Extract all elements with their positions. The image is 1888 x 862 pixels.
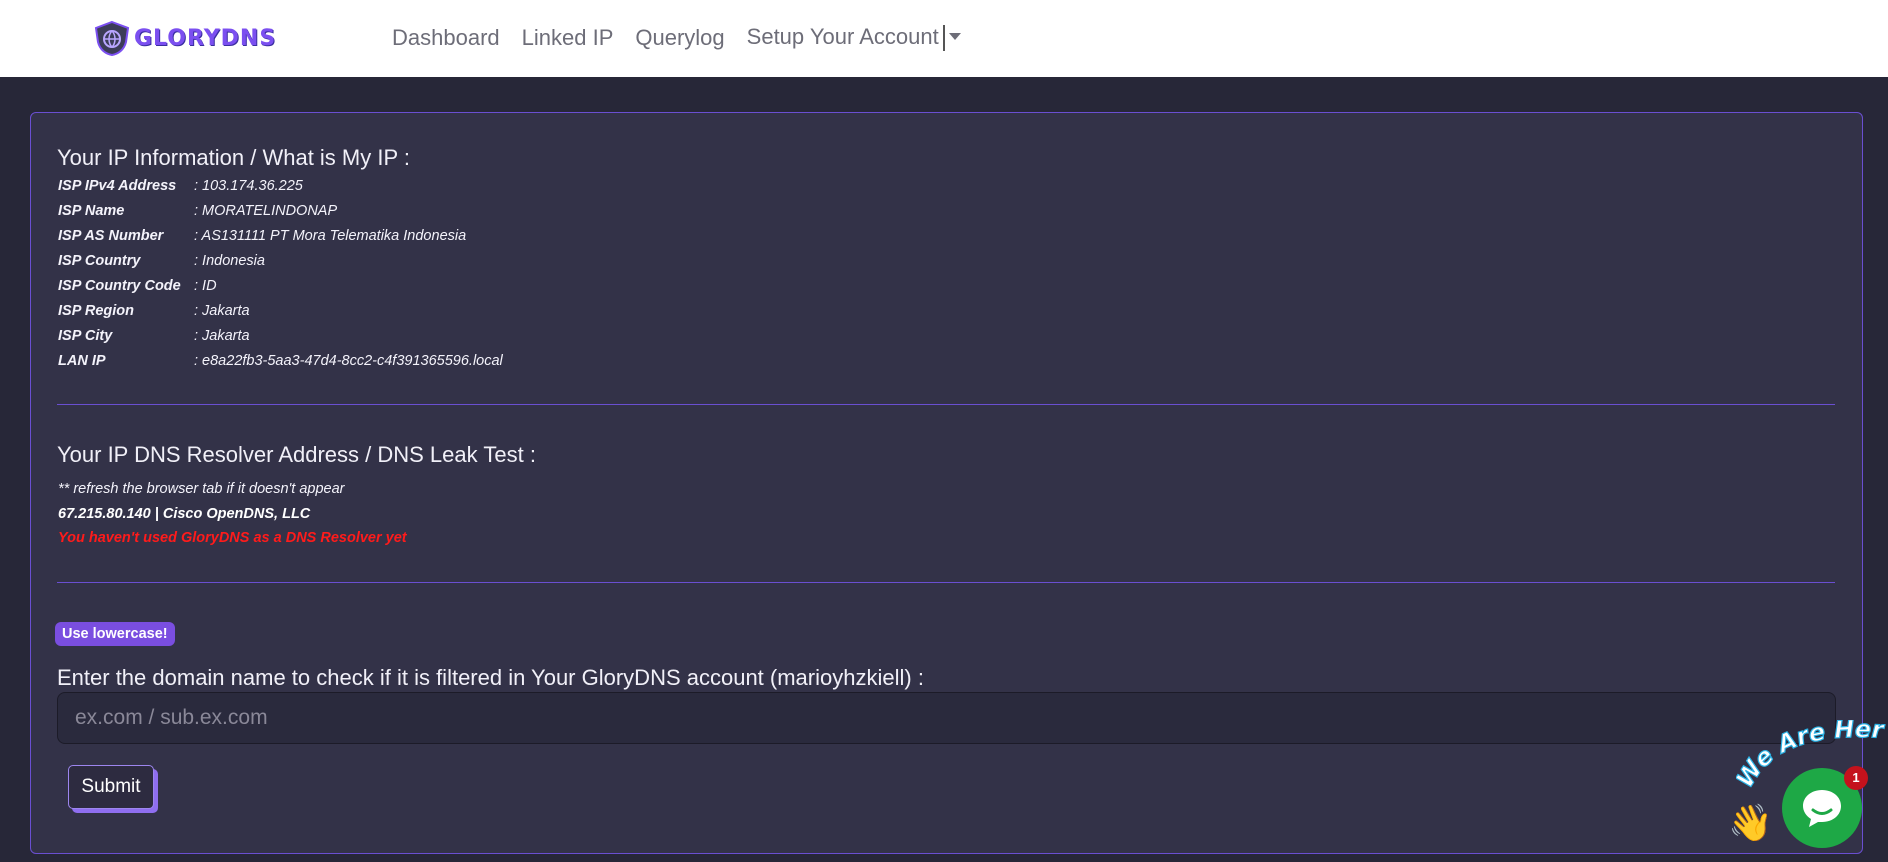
info-value: : 103.174.36.225 [194,177,303,194]
info-row: ISP IPv4 Address : 103.174.36.225 [58,173,503,198]
dns-resolver-value: 67.215.80.140 | Cisco OpenDNS, LLC [58,506,311,522]
shield-logo-icon [94,20,130,56]
chat-notification-badge: 1 [1844,766,1868,790]
info-row: ISP City : Jakarta [58,323,503,348]
lowercase-badge: Use lowercase! [55,622,175,646]
info-value: : e8a22fb3-5aa3-47d4-8cc2-c4f391365596.l… [194,352,503,369]
domain-input[interactable] [57,692,1836,744]
chat-widget[interactable]: We Are Here! 👋 1 [1728,720,1888,862]
brand-logo-link[interactable]: GLORYDNS [92,20,276,56]
section-divider [57,582,1835,583]
ip-info-table: ISP IPv4 Address : 103.174.36.225 ISP Na… [58,173,503,373]
info-value: : ID [194,277,217,294]
chevron-down-icon[interactable] [948,32,961,40]
refresh-note: ** refresh the browser tab if it doesn't… [58,481,345,497]
nav-linked-ip[interactable]: Linked IP [522,25,614,51]
section-divider [57,404,1835,405]
info-value: : AS131111 PT Mora Telematika Indonesia [194,227,467,244]
info-row: ISP AS Number : AS131111 PT Mora Telemat… [58,223,503,248]
dns-warning: You haven't used GloryDNS as a DNS Resol… [58,530,407,546]
info-value: : Indonesia [194,252,265,269]
dns-test-title: Your IP DNS Resolver Address / DNS Leak … [57,442,536,467]
waving-hand-icon: 👋 [1728,802,1773,843]
info-row: ISP Name : MORATELINDONAP [58,198,503,223]
info-label: ISP Country Code [58,277,181,294]
main-nav: Dashboard Linked IP Querylog Setup Your … [392,24,961,52]
domain-check-label: Enter the domain name to check if it is … [57,665,924,690]
info-value: : MORATELINDONAP [194,202,338,219]
info-label: ISP IPv4 Address [58,177,177,194]
ip-info-title: Your IP Information / What is My IP : [57,145,410,170]
nav-setup-account[interactable]: Setup Your Account [746,24,961,52]
info-label: ISP Country [58,252,141,269]
info-value: : Jakarta [194,327,250,344]
info-label: LAN IP [58,352,106,369]
info-label: ISP City [58,327,113,344]
info-row: ISP Region : Jakarta [58,298,503,323]
submit-button[interactable]: Submit [68,765,154,809]
top-navbar: GLORYDNS Dashboard Linked IP Querylog Se… [0,0,1888,77]
nav-querylog[interactable]: Querylog [635,25,724,51]
brand-name: GLORYDNS [134,25,277,51]
info-row: ISP Country Code : ID [58,273,503,298]
info-row: ISP Country : Indonesia [58,248,503,273]
info-label: ISP Name [58,202,125,219]
nav-dashboard[interactable]: Dashboard [392,25,500,51]
chat-bubble-icon [1803,790,1841,827]
info-label: ISP AS Number [58,227,164,244]
info-label: ISP Region [58,302,134,319]
info-row: LAN IP : e8a22fb3-5aa3-47d4-8cc2-c4f3913… [58,348,503,373]
nav-setup-account-label: Setup Your Account [746,24,939,49]
text-cursor [942,25,945,52]
info-value: : Jakarta [194,302,250,319]
